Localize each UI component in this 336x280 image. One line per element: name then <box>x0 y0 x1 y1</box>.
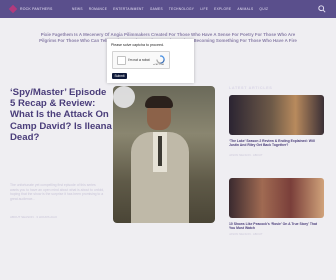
top-navbar: ROCK PANTHERS NEWS ROMANCE ENTERTAINMENT… <box>0 0 336 18</box>
nav-item-animals[interactable]: ANIMALS <box>237 7 253 11</box>
nav-item-news[interactable]: NEWS <box>72 7 83 11</box>
captcha-dialog: Please solve captcha to proceed. I'm not… <box>107 39 194 83</box>
nav-item-romance[interactable]: ROMANCE <box>89 7 107 11</box>
main-nav: NEWS ROMANCE ENTERTAINMENT GAMES TECHNOL… <box>72 7 268 11</box>
article-headline[interactable]: ‘Spy/Master’ Episode 5 Recap & Review: W… <box>10 87 114 143</box>
nav-item-quiz[interactable]: QUIZ <box>259 7 268 11</box>
nav-item-life[interactable]: LIFE <box>200 7 208 11</box>
nav-item-explore[interactable]: EXPLORE <box>214 7 231 11</box>
not-robot-checkbox[interactable] <box>117 56 126 65</box>
hero-decoration-circle <box>113 86 135 108</box>
submit-button[interactable]: Submit <box>112 73 127 79</box>
nav-item-games[interactable]: GAMES <box>150 7 163 11</box>
nav-item-entertainment[interactable]: ENTERTAINMENT <box>113 7 144 11</box>
logo-mark-icon <box>8 4 18 14</box>
recaptcha-widget: I'm not a robot reCAPTCHA <box>112 51 170 69</box>
recaptcha-brand: reCAPTCHA <box>153 64 164 66</box>
logo-text: ROCK PANTHERS <box>20 7 53 11</box>
recaptcha-logo-icon <box>156 55 165 64</box>
article-byline: ABOUT SEASON · 3 HOURS AGO <box>10 215 57 219</box>
not-robot-label: I'm not a robot <box>128 57 150 62</box>
sidebar-article-meta: JASON NELSON · ABOUT <box>229 153 263 157</box>
sidebar-article-meta: JASON NELSON · ABOUT <box>229 232 263 236</box>
article-excerpt: The unfortunate yet compelling first epi… <box>10 183 105 201</box>
sidebar-article-image[interactable] <box>229 95 324 135</box>
sidebar-heading: LATEST ARTICLES <box>229 86 273 90</box>
search-icon[interactable] <box>318 5 326 13</box>
sidebar-article-image[interactable] <box>229 178 324 218</box>
captcha-prompt: Please solve captcha to proceed. <box>111 43 164 47</box>
sidebar-article-title[interactable]: ‘The Lake’ Season 2 Review & Ending Expl… <box>229 139 324 148</box>
site-logo[interactable]: ROCK PANTHERS <box>8 4 68 14</box>
nav-item-technology[interactable]: TECHNOLOGY <box>169 7 194 11</box>
sidebar-article-title[interactable]: 10 Shows Like Peacock’s ‘Rosie’ On A Tru… <box>229 222 324 231</box>
